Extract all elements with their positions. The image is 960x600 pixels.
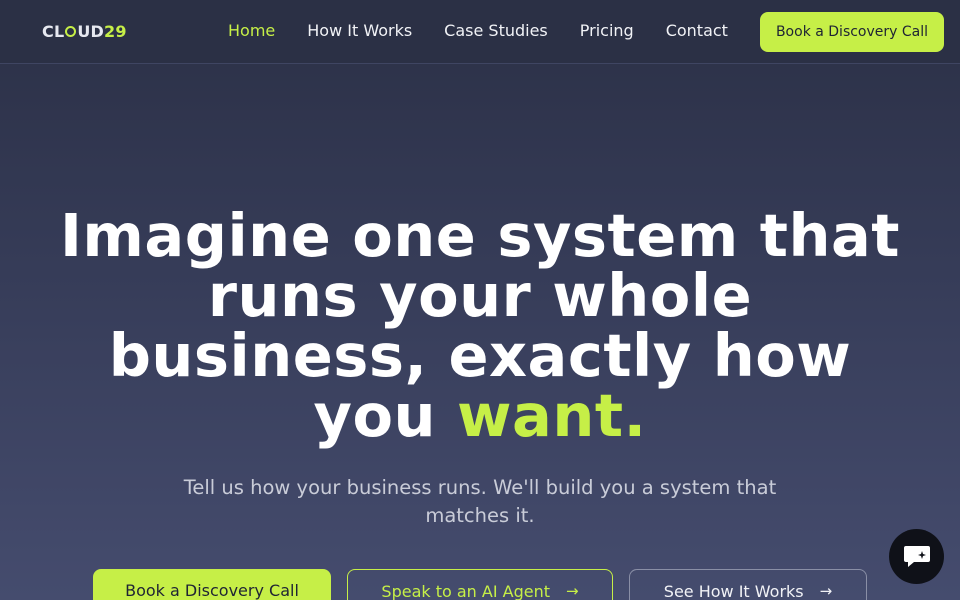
brand-logo[interactable]: CL UD 29 — [42, 22, 127, 41]
nav-how-it-works[interactable]: How It Works — [307, 21, 412, 40]
arrow-right-icon: → — [566, 582, 579, 600]
nav-case-studies[interactable]: Case Studies — [444, 21, 548, 40]
hero-subtitle: Tell us how your business runs. We'll bu… — [183, 476, 777, 527]
header-book-call-button[interactable]: Book a Discovery Call — [760, 12, 944, 52]
arrow-right-icon: → — [819, 582, 833, 600]
book-discovery-call-label: Book a Discovery Call — [125, 581, 299, 600]
chat-launcher-button[interactable] — [889, 529, 944, 584]
see-how-it-works-label: See How It Works — [663, 582, 804, 600]
nav-home[interactable]: Home — [228, 21, 275, 40]
logo-prefix: CL — [42, 22, 65, 41]
main-nav: Home How It Works Case Studies Pricing C… — [228, 21, 760, 40]
speak-to-ai-agent-button[interactable]: Speak to an AI Agent → — [347, 569, 613, 600]
book-discovery-call-button[interactable]: Book a Discovery Call — [93, 569, 331, 600]
speak-to-ai-agent-label: Speak to an AI Agent — [381, 582, 551, 600]
nav-pricing[interactable]: Pricing — [580, 21, 634, 40]
hero-title-accent: want. — [457, 381, 647, 450]
see-how-it-works-button[interactable]: See How It Works → — [629, 569, 867, 600]
hero-title: Imagine one system that runs your whole … — [40, 206, 920, 446]
nav-contact[interactable]: Contact — [666, 21, 728, 40]
logo-number: 29 — [104, 22, 127, 41]
logo-ring-icon — [65, 26, 77, 37]
site-header: CL UD 29 Home How It Works Case Studies … — [0, 0, 960, 64]
chat-bubble-icon — [903, 545, 930, 567]
logo-suffix: UD — [77, 22, 105, 41]
